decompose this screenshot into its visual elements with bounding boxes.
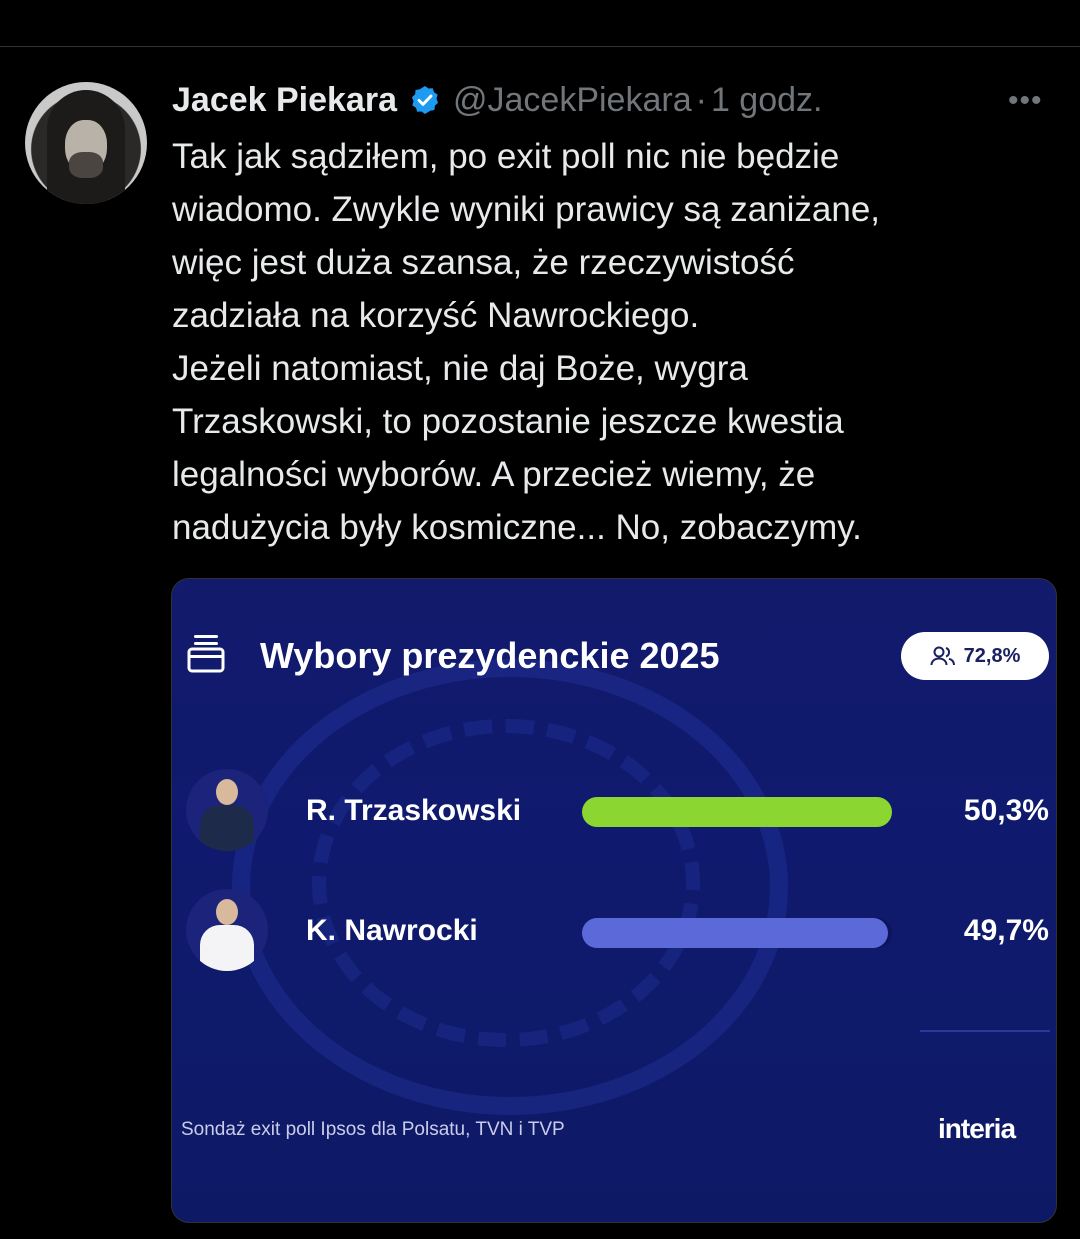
brand-logo: interia <box>938 1113 1016 1144</box>
turnout-badge: 72,8% <box>901 632 1049 680</box>
candidate-photo <box>186 889 268 971</box>
header-separator: · <box>695 80 707 119</box>
result-bar-track <box>582 918 892 948</box>
tweet-text-line: legalności wyborów. A przecież wiemy, że <box>172 455 816 494</box>
ballot-box-icon <box>187 635 225 673</box>
candidate-percent: 49,7% <box>963 914 1049 947</box>
poll-source: Sondaż exit poll Ipsos dla Polsatu, TVN … <box>181 1119 565 1140</box>
more-options-icon[interactable]: ••• <box>1008 84 1043 118</box>
author-avatar[interactable] <box>25 82 147 204</box>
candidate-photo <box>186 769 268 851</box>
turnout-value: 72,8% <box>963 644 1021 667</box>
tweet-text-line: zadziała na korzyść Nawrockiego. <box>172 296 700 335</box>
author-name[interactable]: Jacek Piekara <box>172 81 397 120</box>
card-emblem-decoration <box>312 719 700 1047</box>
tweet-text-line: nadużycia były kosmiczne... No, zobaczym… <box>172 508 862 547</box>
top-divider <box>0 46 1080 47</box>
candidate-photo-suit <box>200 805 254 851</box>
tweet-text-line: Tak jak sądziłem, po exit poll nic nie b… <box>172 137 840 176</box>
author-handle[interactable]: @JacekPiekara <box>453 81 692 120</box>
candidate-photo-head <box>216 899 238 925</box>
media-card[interactable]: Wybory prezydenckie 2025 72,8% R. Trzask… <box>171 578 1057 1223</box>
candidate-name: K. Nawrocki <box>306 914 478 947</box>
avatar-beard <box>69 152 103 178</box>
tweet-header: Jacek Piekara @JacekPiekara · 1 godz. <box>172 78 822 122</box>
candidate-name: R. Trzaskowski <box>306 794 522 827</box>
tweet-text-line: więc jest duża szansa, że rzeczywistość <box>172 243 795 282</box>
tweet-timestamp[interactable]: 1 godz. <box>711 81 823 120</box>
card-title: Wybory prezydenckie 2025 <box>260 635 720 676</box>
people-icon <box>930 646 955 666</box>
card-divider <box>920 1030 1050 1032</box>
tweet-text-line: Jeżeli natomiast, nie daj Boże, wygra <box>172 349 748 388</box>
tweet-text-line: Trzaskowski, to pozostanie jeszcze kwest… <box>172 402 844 441</box>
tweet-text: Tak jak sądziłem, po exit poll nic nie b… <box>172 130 1062 554</box>
candidate-percent: 50,3% <box>963 794 1049 827</box>
candidate-photo-head <box>216 779 238 805</box>
result-bar-fill <box>582 797 892 827</box>
tweet-text-line: wiadomo. Zwykle wyniki prawicy są zaniża… <box>172 190 881 229</box>
verified-badge-icon[interactable] <box>409 84 441 116</box>
result-bar-track <box>582 797 892 827</box>
candidate-photo-suit <box>200 925 254 971</box>
result-bar-fill <box>582 918 889 948</box>
